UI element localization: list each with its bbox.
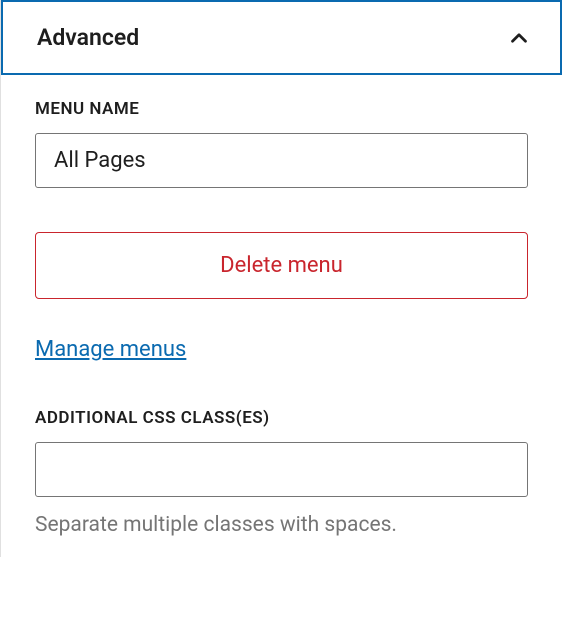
manage-menus-link[interactable]: Manage menus bbox=[35, 337, 186, 362]
panel-header-toggle[interactable]: Advanced bbox=[1, 0, 562, 75]
panel-title: Advanced bbox=[37, 24, 139, 51]
panel-body: MENU NAME Delete menu Manage menus ADDIT… bbox=[1, 75, 562, 537]
menu-name-label: MENU NAME bbox=[35, 99, 528, 119]
menu-name-input[interactable] bbox=[35, 133, 528, 188]
css-classes-label: ADDITIONAL CSS CLASS(ES) bbox=[35, 408, 528, 428]
css-classes-input[interactable] bbox=[35, 442, 528, 497]
chevron-up-icon bbox=[506, 25, 532, 51]
css-classes-field: ADDITIONAL CSS CLASS(ES) Separate multip… bbox=[35, 408, 528, 537]
css-classes-help: Separate multiple classes with spaces. bbox=[35, 513, 528, 537]
advanced-panel: Advanced MENU NAME Delete menu Manage me… bbox=[0, 0, 562, 557]
delete-menu-button[interactable]: Delete menu bbox=[35, 232, 528, 299]
